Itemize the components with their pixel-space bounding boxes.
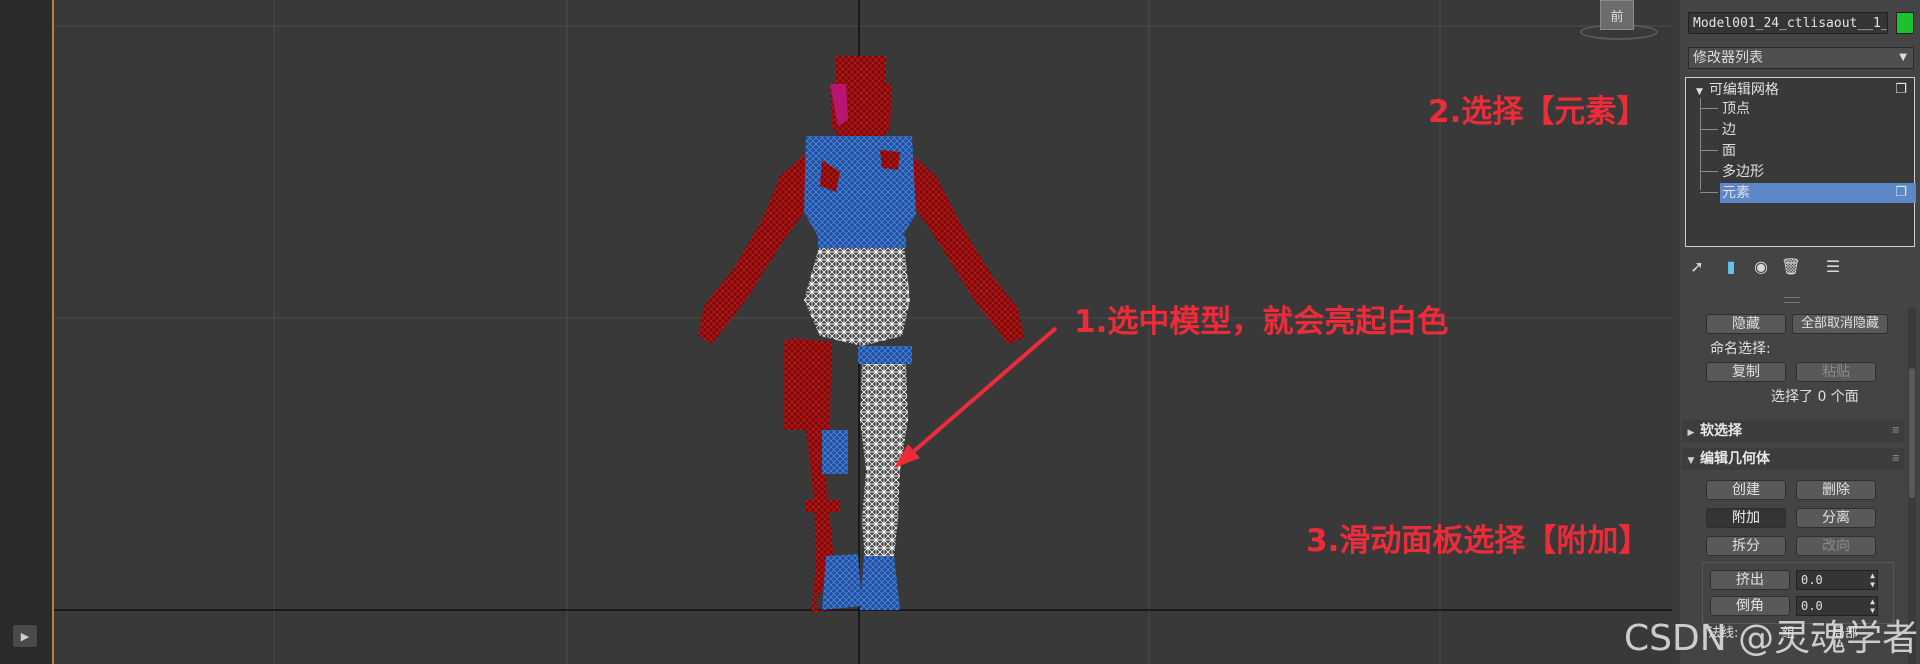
copy-button[interactable]: 复制	[1706, 362, 1786, 382]
modifier-list-dropdown[interactable]: 修改器列表 ▼	[1688, 47, 1914, 69]
extrude-amount-spinner[interactable]: 0.0 ▲ ▼	[1796, 570, 1878, 590]
unhide-all-button[interactable]: 全部取消隐藏	[1792, 314, 1888, 334]
front-viewport[interactable]: 前 ▶ 1.选中模型，就会亮起白色 2.选择【元素】 3.滑动面板选择【附加】	[0, 0, 1672, 664]
object-name-field[interactable]: Model001_24_ctlisaout__1_	[1688, 12, 1888, 34]
model-left-arm	[698, 150, 816, 344]
panel-scroll-thumb[interactable]	[1909, 368, 1915, 498]
detach-button[interactable]: 分离	[1796, 508, 1876, 528]
panel-divider-grip[interactable]	[1784, 297, 1800, 303]
show-end-result-icon[interactable]: ▮	[1720, 256, 1742, 278]
stack-item-polygon[interactable]: 多边形	[1722, 162, 1764, 182]
modifier-stack[interactable]: ▼ 可编辑网格 ❐ 顶点 边 面 多边形 元素 ❐	[1685, 77, 1916, 247]
paste-button[interactable]: 粘贴	[1796, 362, 1876, 382]
chevron-down-icon: ▼	[1899, 52, 1907, 63]
turn-button[interactable]: 改向	[1796, 536, 1876, 556]
play-button[interactable]: ▶	[12, 624, 38, 648]
expand-triangle-icon[interactable]: ▼	[1696, 87, 1703, 97]
make-unique-icon[interactable]: ◉	[1750, 256, 1772, 278]
mesh-cube-icon: ❐	[1895, 185, 1907, 200]
rollout-edit-geometry[interactable]: ▼ 编辑几何体 ≡	[1682, 448, 1904, 470]
rollout-grip-icon: ≡	[1891, 425, 1900, 436]
stack-item-face[interactable]: 面	[1722, 141, 1736, 161]
stack-item-edge[interactable]: 边	[1722, 120, 1736, 140]
model-torso	[804, 136, 916, 240]
stack-root-label: 可编辑网格	[1708, 82, 1779, 98]
stack-item-element[interactable]: 元素	[1722, 183, 1750, 203]
named-selections-label: 命名选择:	[1710, 341, 1771, 357]
modifier-list-label: 修改器列表	[1693, 50, 1763, 66]
stack-item-editable-mesh[interactable]: ▼ 可编辑网格	[1696, 80, 1779, 100]
spinner-arrows-icon[interactable]: ▲ ▼	[1870, 571, 1875, 589]
attach-button[interactable]: 附加	[1706, 508, 1786, 528]
play-icon: ▶	[20, 629, 30, 643]
rollout-grip-icon: ≡	[1891, 453, 1900, 464]
stack-item-vertex[interactable]: 顶点	[1722, 99, 1750, 119]
model-hair	[836, 56, 886, 88]
collapse-triangle-icon: ▼	[1687, 456, 1695, 466]
model-right-leg	[860, 364, 908, 576]
soft-selection-title: 软选择	[1700, 423, 1742, 439]
annotation-step-1: 1.选中模型，就会亮起白色	[1074, 304, 1449, 340]
divide-button[interactable]: 拆分	[1706, 536, 1786, 556]
viewcube-face-label: 前	[1610, 9, 1624, 25]
extrude-amount-value: 0.0	[1801, 573, 1823, 587]
annotation-arrow	[894, 326, 1058, 468]
pin-icon[interactable]: ➚	[1686, 256, 1708, 278]
delete-button[interactable]: 删除	[1796, 480, 1876, 500]
model-hips	[804, 244, 910, 346]
model-right-boot	[860, 556, 900, 610]
model-left-boot	[822, 554, 862, 610]
edit-geometry-title: 编辑几何体	[1700, 451, 1770, 467]
modifier-stack-toolbar: ➚ ▮ ◉ 🗑 ☰	[1686, 256, 1916, 280]
annotation-step-3: 3.滑动面板选择【附加】	[1306, 523, 1650, 559]
object-color-swatch[interactable]	[1896, 12, 1914, 34]
3dsmax-window: 前 ▶ 1.选中模型，就会亮起白色 2.选择【元素】 3.滑动面板选择【附加】 …	[0, 0, 1920, 664]
modify-command-panel: Model001_24_ctlisaout__1_ 修改器列表 ▼ ▼ 可编辑网格…	[1672, 0, 1920, 664]
hide-button[interactable]: 隐藏	[1706, 314, 1786, 334]
expand-triangle-icon: ▶	[1687, 428, 1695, 438]
viewcube[interactable]: 前	[1600, 0, 1634, 30]
configure-modifier-sets-icon[interactable]: ☰	[1822, 256, 1844, 278]
create-button[interactable]: 创建	[1706, 480, 1786, 500]
mesh-cube-icon: ❐	[1895, 82, 1907, 97]
selection-status: 选择了 0 个面	[1771, 389, 1859, 405]
extrude-button[interactable]: 挤出	[1710, 570, 1790, 590]
rollout-soft-selection[interactable]: ▶ 软选择 ≡	[1682, 420, 1904, 442]
csdn-watermark: CSDN @灵魂学者	[1624, 618, 1919, 659]
annotation-step-2: 2.选择【元素】	[1428, 94, 1648, 130]
panel-splitter[interactable]	[1672, 0, 1680, 664]
remove-modifier-icon[interactable]: 🗑	[1780, 256, 1802, 278]
model-right-arm	[906, 150, 1024, 344]
